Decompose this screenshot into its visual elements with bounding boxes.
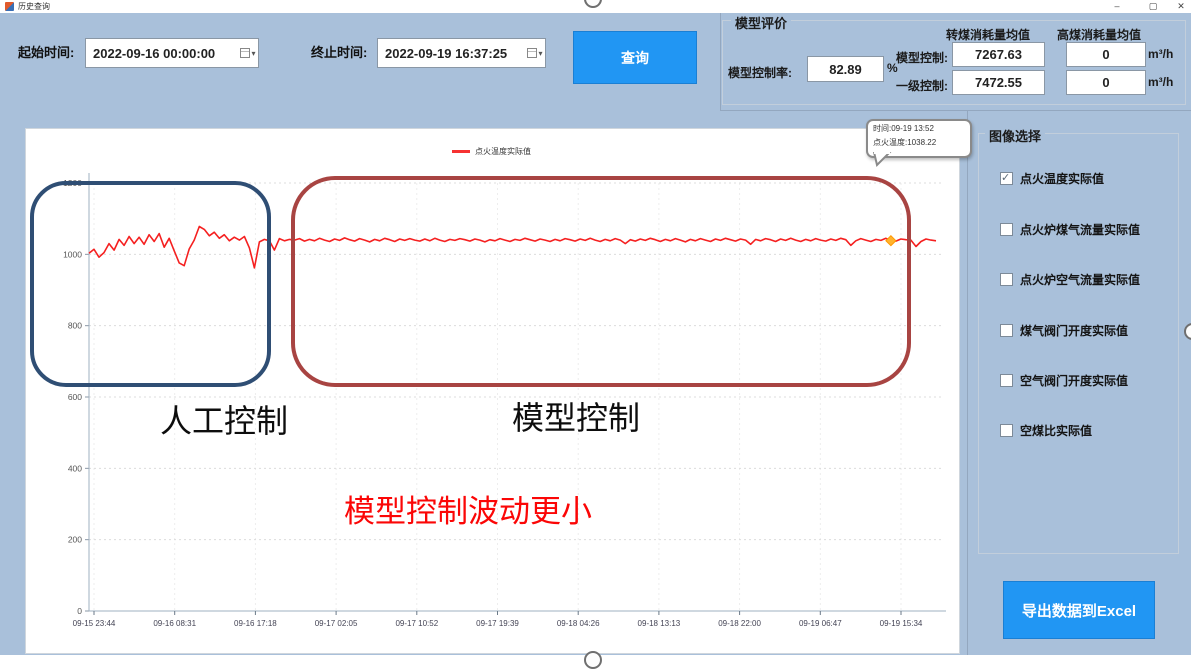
svg-text:1000: 1000 <box>63 249 82 259</box>
maximize-button[interactable]: ▢ <box>1146 0 1160 12</box>
svg-text:09-16 17:18: 09-16 17:18 <box>234 619 277 628</box>
chart-panel: 0 200 400 600 800 1000 1200 09-15 23:44 09-16 08… <box>25 128 960 654</box>
image-select-title: 图像选择 <box>985 126 1045 145</box>
svg-text:09-18 04:26: 09-18 04:26 <box>557 619 600 628</box>
svg-text:800: 800 <box>68 321 82 331</box>
svg-text:1200: 1200 <box>63 178 82 188</box>
row-model-control-label: 模型控制: <box>896 49 948 66</box>
query-button[interactable]: 查询 <box>573 31 697 84</box>
model-control-annotation: 模型控制 <box>512 393 640 439</box>
row-model-control-v2[interactable] <box>1066 42 1146 67</box>
row-level1-control-v1[interactable] <box>952 70 1045 95</box>
manual-control-annotation: 人工控制 <box>160 396 288 442</box>
tooltip-time: 时间:09-19 13:52 <box>873 122 970 136</box>
checkbox-air-coal-ratio[interactable]: 空煤比实际值 <box>1000 422 1092 439</box>
calendar-dropdown-icon[interactable]: ▾ <box>238 45 258 61</box>
end-time-label: 终止时间: <box>311 42 367 61</box>
divider-vertical-top <box>720 13 721 110</box>
divider-horizontal <box>720 110 1191 111</box>
end-time-picker[interactable]: ▾ <box>377 38 546 68</box>
svg-text:09-17 10:52: 09-17 10:52 <box>395 619 438 628</box>
col-header-coal1: 转煤消耗量均值 <box>946 26 1030 43</box>
svg-text:200: 200 <box>68 535 82 545</box>
model-control-rate-label: 模型控制率: <box>728 64 792 81</box>
close-button[interactable]: ✕ <box>1174 0 1188 12</box>
divider-vertical-sidebar <box>967 110 968 655</box>
svg-text:09-17 19:39: 09-17 19:39 <box>476 619 519 628</box>
checkbox-icon[interactable] <box>1000 374 1013 387</box>
svg-text:0: 0 <box>77 606 82 616</box>
minimize-button[interactable]: – <box>1110 0 1124 12</box>
row-level1-control-label: 一级控制: <box>896 77 948 94</box>
export-excel-button[interactable]: 导出数据到Excel <box>1003 581 1155 639</box>
overlay-circle-bottom <box>584 651 602 669</box>
model-fluctuation-note: 模型控制波动更小 <box>344 486 592 531</box>
checkbox-icon[interactable] <box>1000 324 1013 337</box>
checkbox-icon[interactable] <box>1000 273 1013 286</box>
legend-series-label: 点火温度实际值 <box>475 146 531 157</box>
svg-text:400: 400 <box>68 463 82 473</box>
start-time-picker[interactable]: ▾ <box>85 38 259 68</box>
svg-text:09-18 22:00: 09-18 22:00 <box>718 619 761 628</box>
checkbox-gas-flow[interactable]: 点火炉煤气流量实际值 <box>1000 221 1140 238</box>
window-title: 历史查询 <box>18 1 50 12</box>
checkbox-label: 空气阀门开度实际值 <box>1020 372 1128 389</box>
row-level1-control-v2[interactable] <box>1066 70 1146 95</box>
chart-legend: 点火温度实际值 <box>452 146 531 157</box>
svg-text:09-18 13:13: 09-18 13:13 <box>638 619 681 628</box>
svg-text:09-17 02:05: 09-17 02:05 <box>315 619 358 628</box>
checkbox-air-flow[interactable]: 点火炉空气流量实际值 <box>1000 271 1140 288</box>
checkbox-label: 空煤比实际值 <box>1020 422 1092 439</box>
row-level1-control-unit: m³/h <box>1148 75 1173 89</box>
end-time-input[interactable] <box>378 46 525 61</box>
tooltip-value: 点火温度:1038.22 <box>873 136 970 150</box>
svg-text:09-15 23:44: 09-15 23:44 <box>73 619 116 628</box>
svg-text:09-16 08:31: 09-16 08:31 <box>153 619 196 628</box>
calendar-dropdown-icon[interactable]: ▾ <box>525 45 545 61</box>
temperature-chart[interactable]: 0 200 400 600 800 1000 1200 09-15 23:44 09-16 08… <box>26 129 959 653</box>
checkbox-gas-valve[interactable]: 煤气阀门开度实际值 <box>1000 322 1128 339</box>
app-icon <box>5 2 14 11</box>
model-control-rate-value[interactable] <box>807 56 884 82</box>
checkbox-label: 煤气阀门开度实际值 <box>1020 322 1128 339</box>
checkbox-label: 点火炉空气流量实际值 <box>1020 271 1140 288</box>
col-header-coal2: 高煤消耗量均值 <box>1057 26 1141 43</box>
svg-text:600: 600 <box>68 392 82 402</box>
checkbox-air-valve[interactable]: 空气阀门开度实际值 <box>1000 372 1128 389</box>
checkbox-label: 点火温度实际值 <box>1020 170 1104 187</box>
svg-text:09-19 06:47: 09-19 06:47 <box>799 619 842 628</box>
tooltip-tail <box>871 152 893 167</box>
checkbox-ignition-temp[interactable]: 点火温度实际值 <box>1000 170 1104 187</box>
legend-line-icon <box>452 150 470 153</box>
checkbox-label: 点火炉煤气流量实际值 <box>1020 221 1140 238</box>
checkbox-icon[interactable] <box>1000 424 1013 437</box>
svg-text:09-19 15:34: 09-19 15:34 <box>880 619 923 628</box>
start-time-input[interactable] <box>86 46 238 61</box>
start-time-label: 起始时间: <box>18 42 74 61</box>
checkbox-icon[interactable] <box>1000 223 1013 236</box>
model-eval-title: 模型评价 <box>731 13 791 32</box>
row-model-control-v1[interactable] <box>952 42 1045 67</box>
checkbox-icon[interactable] <box>1000 172 1013 185</box>
row-model-control-unit: m³/h <box>1148 47 1173 61</box>
image-select-groupbox <box>978 133 1179 554</box>
